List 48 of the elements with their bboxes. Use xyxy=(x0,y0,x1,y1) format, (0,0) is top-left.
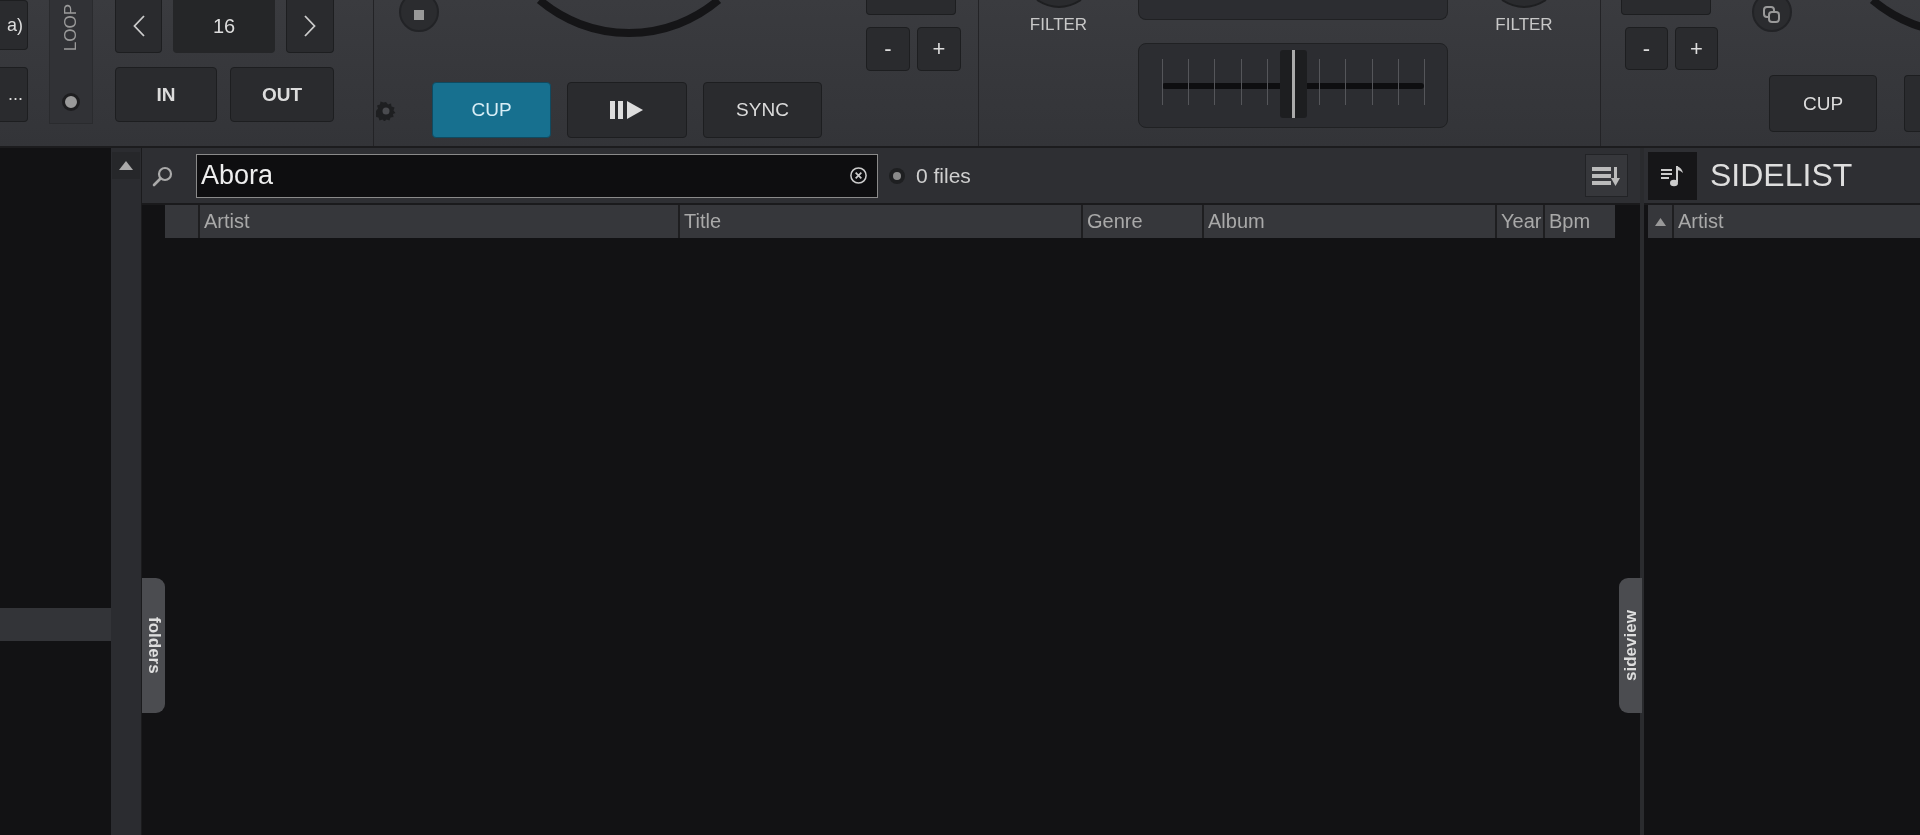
sort-ascending-icon xyxy=(1654,217,1666,226)
sidelist-title: SIDELIST xyxy=(1710,157,1853,194)
copy-icon xyxy=(1762,5,1782,25)
clear-icon[interactable] xyxy=(849,165,868,185)
play-pause-icon xyxy=(610,101,644,119)
list-sort-icon xyxy=(1591,164,1622,187)
loop-increase-button[interactable] xyxy=(286,0,334,53)
chevron-right-icon xyxy=(304,15,316,37)
column-header[interactable]: Album xyxy=(1202,205,1495,238)
jog-wheel-drawing[interactable] xyxy=(537,0,721,37)
folders-tab[interactable]: folders xyxy=(142,578,165,713)
column-header[interactable]: Artist xyxy=(198,205,678,238)
loop-indicator-icon xyxy=(62,93,80,111)
deck-button[interactable]: a) xyxy=(0,0,28,50)
sideview-tab[interactable]: sideview xyxy=(1619,578,1642,713)
search-icon xyxy=(152,164,174,187)
filter-label: FILTER xyxy=(1495,15,1553,35)
filter-label: FILTER xyxy=(1029,15,1088,35)
pitch-up-button[interactable]: + xyxy=(1675,27,1718,70)
cue-button[interactable]: CUP xyxy=(1769,75,1877,132)
file-count: 0 files xyxy=(916,163,971,188)
loop-label: LOOP xyxy=(61,4,81,52)
loop-out-button[interactable]: OUT xyxy=(230,67,334,122)
settings-icon[interactable] xyxy=(376,101,396,121)
pitch-up-button[interactable]: + xyxy=(917,27,961,71)
pitch-down-button[interactable]: - xyxy=(1625,27,1668,70)
scroll-up-button[interactable] xyxy=(112,152,140,179)
stop-button[interactable] xyxy=(399,0,439,32)
crossfader-handle[interactable] xyxy=(1280,50,1307,118)
sync-button[interactable]: SYNC xyxy=(703,82,822,138)
column-header[interactable]: Genre xyxy=(1081,205,1202,238)
radio-dot-icon[interactable] xyxy=(888,166,906,185)
column-header[interactable]: Title xyxy=(678,205,1081,238)
column-header[interactable]: Year xyxy=(1495,205,1543,238)
triangle-up-icon xyxy=(119,161,133,170)
loop-in-button[interactable]: IN xyxy=(115,67,217,122)
loop-decrease-button[interactable] xyxy=(115,0,162,53)
search-field[interactable]: Abora xyxy=(196,153,878,198)
deck-button[interactable]: ... xyxy=(0,67,28,122)
scrollbar[interactable] xyxy=(111,148,142,835)
play-pause-button[interactable] xyxy=(567,82,687,138)
sidelist-button[interactable] xyxy=(1648,151,1697,200)
pitch-down-button[interactable]: - xyxy=(866,27,910,71)
chevron-left-icon xyxy=(132,15,145,37)
cue-button[interactable]: CUP xyxy=(432,82,551,138)
sort-button[interactable] xyxy=(1585,154,1628,197)
loop-length-display: 16 xyxy=(173,0,275,53)
clone-button[interactable] xyxy=(1752,0,1792,32)
